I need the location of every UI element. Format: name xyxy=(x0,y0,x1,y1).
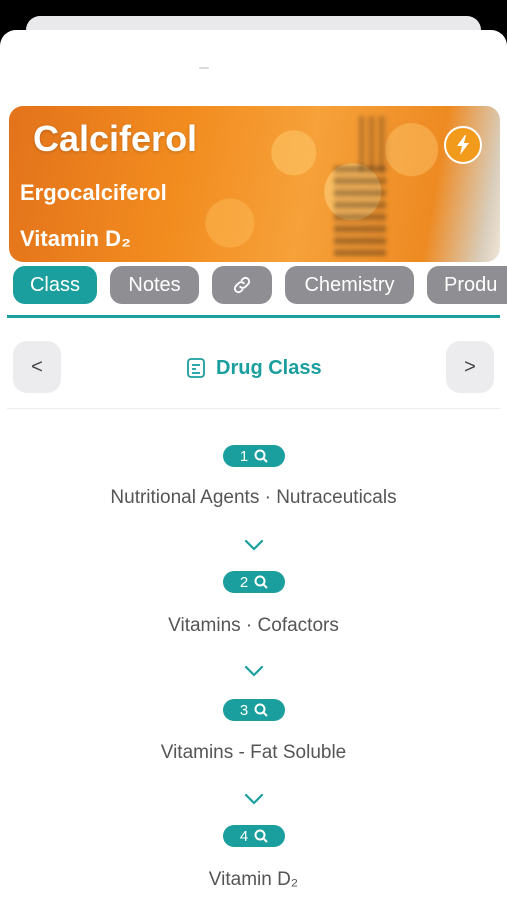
link-icon xyxy=(233,276,251,294)
chevron-right-icon: > xyxy=(464,355,476,378)
level-number: 3 xyxy=(239,701,249,719)
section-header: Drug Class xyxy=(186,355,322,381)
level-badge[interactable]: 2 xyxy=(223,571,285,593)
previous-section-button[interactable]: < xyxy=(13,341,61,393)
search-icon xyxy=(254,703,268,717)
tab-links[interactable] xyxy=(212,266,272,304)
chevron-down-icon xyxy=(244,793,264,805)
bottle-label-image xyxy=(359,116,389,171)
level-number: 2 xyxy=(239,573,249,591)
drug-name: Calciferol xyxy=(33,118,198,159)
section-title: Drug Class xyxy=(216,356,322,379)
drug-synonym: Vitamin D₂ xyxy=(20,226,131,251)
level-number: 1 xyxy=(239,447,249,465)
tab-notes[interactable]: Notes xyxy=(110,266,199,304)
class-level-text[interactable]: Vitamins - Fat Soluble xyxy=(0,742,507,764)
lightning-bolt-icon xyxy=(457,135,469,155)
level-badge[interactable]: 4 xyxy=(223,825,285,847)
drug-hero-banner: Calciferol Ergocalciferol Vitamin D₂ xyxy=(9,106,500,262)
document-icon xyxy=(187,358,205,378)
tab-chemistry[interactable]: Chemistry xyxy=(285,266,414,304)
search-icon xyxy=(254,575,268,589)
level-badge[interactable]: 3 xyxy=(223,699,285,721)
drug-synonym: Ergocalciferol xyxy=(20,180,167,205)
section-divider xyxy=(7,408,500,409)
class-level-text[interactable]: Nutritional Agents · Nutraceuticals xyxy=(0,487,507,509)
section-tabs: Class Notes Chemistry Produ xyxy=(0,266,507,306)
tab-class[interactable]: Class xyxy=(13,266,97,304)
chevron-down-icon xyxy=(244,539,264,551)
bottle-label-image xyxy=(334,166,386,256)
level-badge[interactable]: 1 xyxy=(223,445,285,467)
search-icon xyxy=(254,829,268,843)
active-tab-underline xyxy=(7,315,500,318)
class-level-text[interactable]: Vitamins · Cofactors xyxy=(0,615,507,637)
quick-action-button[interactable] xyxy=(444,126,482,164)
sheet-grabber[interactable] xyxy=(199,67,209,69)
chevron-left-icon: < xyxy=(31,355,43,378)
next-section-button[interactable]: > xyxy=(446,341,494,393)
search-icon xyxy=(254,449,268,463)
level-number: 4 xyxy=(239,827,249,845)
tab-products[interactable]: Produ xyxy=(427,266,507,304)
chevron-down-icon xyxy=(244,665,264,677)
class-level-text[interactable]: Vitamin D₂ xyxy=(0,869,507,891)
